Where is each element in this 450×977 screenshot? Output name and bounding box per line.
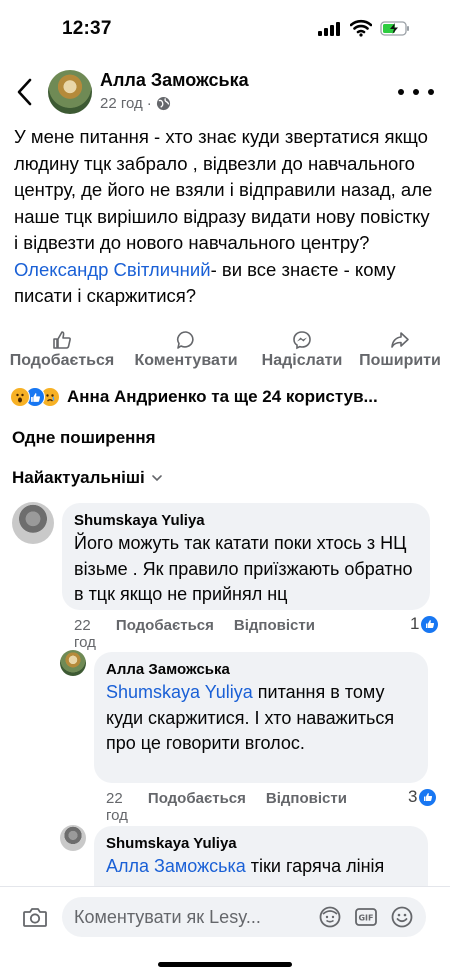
reply-like-number: 3 (408, 787, 418, 806)
avatar-sticker-icon[interactable] (318, 905, 342, 929)
emoji-smiley-icon[interactable] (390, 905, 414, 929)
reply-reply-link[interactable]: Відповісти (266, 790, 347, 824)
reactions-summary[interactable]: Анна Андриенко та ще 24 користув... (10, 382, 446, 412)
post-author-name[interactable]: Алла Заможська (100, 70, 249, 91)
like-button[interactable]: Подобається (4, 330, 120, 370)
status-bar: 12:37 (0, 0, 450, 60)
comment-input[interactable]: Коментувати як Lesy... GIF (62, 897, 426, 937)
battery-charging-icon (380, 21, 409, 36)
sort-label: Найактуальніші (12, 468, 145, 487)
cellular-signal-icon (318, 22, 342, 36)
shares-count[interactable]: Одне поширення (12, 428, 156, 448)
post-meta: 22 год · (100, 95, 171, 112)
comment-button[interactable]: Коментувати (128, 330, 244, 370)
share-label: Поширити (359, 352, 441, 369)
comment-text: Його можуть так катати поки хтось з НЦ в… (74, 533, 413, 604)
share-arrow-icon (391, 332, 409, 348)
commenter-avatar[interactable] (12, 502, 54, 544)
reply-author[interactable]: Алла Заможська (106, 661, 416, 678)
comment-meta: 22 год Подобається Відповісти (74, 617, 315, 651)
post-actions-bar: Подобається Коментувати Надіслати Пошири… (0, 330, 450, 374)
reaction-icons (10, 387, 60, 407)
post-mention-link[interactable]: Олександр Світличний (14, 259, 211, 280)
back-arrow-icon[interactable] (12, 76, 38, 108)
comment-label: Коментувати (134, 352, 238, 369)
author-avatar[interactable] (48, 70, 92, 114)
reply-mention-link[interactable]: Shumskaya Yuliya (106, 682, 253, 702)
comment-like-link[interactable]: Подобається (116, 617, 214, 651)
reply-meta: 22 год Подобається Відповісти (106, 790, 347, 824)
comment-bubble-icon (176, 331, 194, 349)
send-button[interactable]: Надіслати (252, 330, 352, 370)
reply-author-avatar[interactable] (60, 825, 86, 851)
thumbs-up-icon (53, 331, 71, 349)
post-time[interactable]: 22 год (100, 95, 143, 112)
comment-like-number: 1 (410, 614, 420, 633)
comment-bubble: Shumskaya Yuliya Його можуть так катати … (62, 503, 430, 610)
share-button[interactable]: Поширити (352, 330, 448, 370)
reply-like-link[interactable]: Подобається (148, 790, 246, 824)
comment-reply-link[interactable]: Відповісти (234, 617, 315, 651)
like-label: Подобається (9, 352, 115, 369)
comment-author[interactable]: Shumskaya Yuliya (74, 512, 418, 529)
svg-text:GIF: GIF (358, 914, 373, 923)
comment-like-count[interactable]: 1 (410, 614, 439, 634)
globe-icon (156, 96, 170, 111)
gif-icon[interactable]: GIF (354, 905, 378, 929)
post-text: У мене питання - хто знає куди звертатис… (14, 124, 438, 310)
like-badge-icon (419, 788, 437, 806)
post-text-body: У мене питання - хто знає куди звертатис… (14, 126, 433, 253)
messenger-icon (293, 331, 311, 350)
post-header: Алла Заможська 22 год · (0, 62, 450, 124)
comment-time: 22 год (74, 617, 96, 651)
camera-icon[interactable] (22, 905, 48, 929)
status-time: 12:37 (62, 18, 112, 39)
reply-author-avatar[interactable] (60, 650, 86, 676)
more-options-button[interactable] (398, 78, 434, 106)
reply-author[interactable]: Shumskaya Yuliya (106, 835, 416, 852)
send-label: Надіслати (261, 352, 343, 369)
like-badge-icon (421, 615, 439, 633)
reply-bubble: Алла Заможська Shumskaya Yuliya питання … (94, 652, 428, 783)
wow-reaction-icon (10, 387, 30, 407)
home-indicator[interactable] (158, 962, 292, 967)
composer-tools: GIF (318, 905, 414, 929)
reply-mention-link[interactable]: Алла Заможська (106, 856, 246, 876)
comment-input-placeholder: Коментувати як Lesy... (74, 907, 261, 927)
reply-text: тіки гаряча лінія (245, 856, 385, 876)
reactions-text: Анна Андриенко та ще 24 користув... (67, 387, 378, 406)
reply-time: 22 год (106, 790, 128, 824)
reply-like-count[interactable]: 3 (408, 787, 437, 807)
wifi-icon (350, 19, 372, 37)
comment-sort-dropdown[interactable]: Найактуальніші (12, 468, 163, 488)
chevron-down-icon (151, 475, 162, 482)
